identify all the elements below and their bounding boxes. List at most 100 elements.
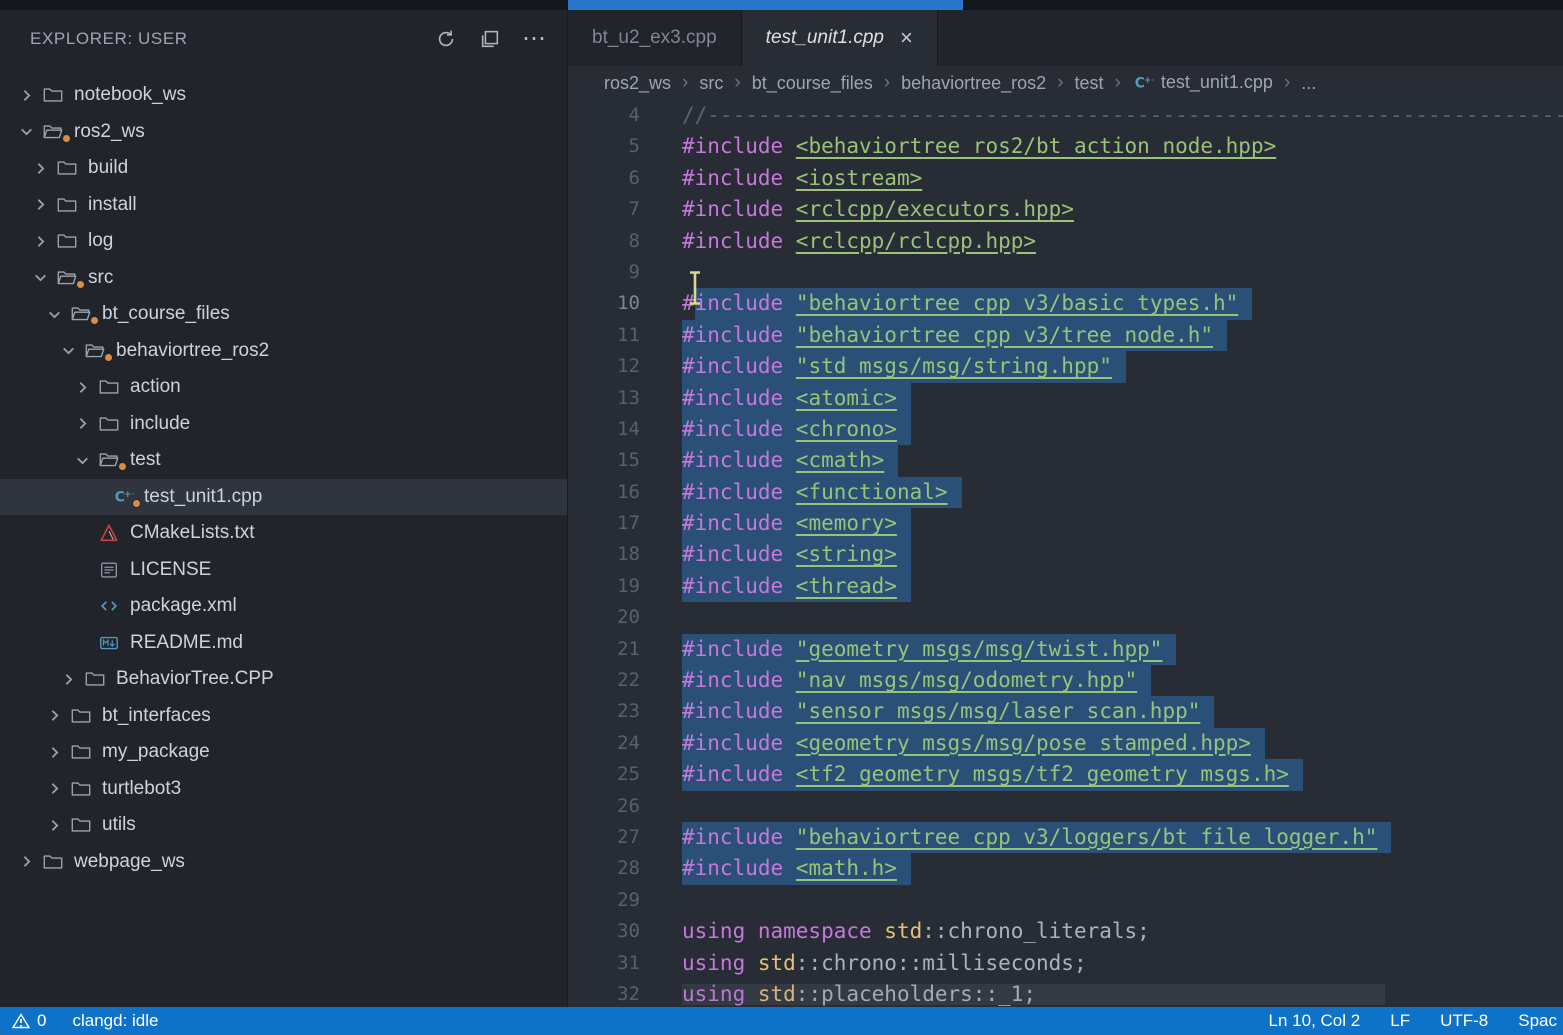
breadcrumb-item-src[interactable]: src	[699, 73, 723, 94]
code-editor[interactable]: 4//-------------------------------------…	[568, 100, 1563, 1007]
tree-item-bt-interfaces[interactable]: bt_interfaces	[0, 698, 567, 735]
horizontal-scrollbar[interactable]	[682, 984, 1385, 1005]
breadcrumb-item-behaviortree-ros2[interactable]: behaviortree_ros2	[901, 73, 1046, 94]
line-number[interactable]: 17	[568, 508, 640, 539]
code-line-27[interactable]: 27#include "behaviortree_cpp_v3/loggers/…	[568, 822, 1563, 853]
tree-item-readme-md[interactable]: README.md	[0, 625, 567, 662]
code-line-13[interactable]: 13#include <atomic>	[568, 383, 1563, 414]
line-number[interactable]: 10	[568, 288, 640, 319]
breadcrumb-item-test-unit1-cpp[interactable]: C++test_unit1.cpp	[1132, 72, 1273, 94]
line-number[interactable]: 25	[568, 759, 640, 790]
line-number[interactable]: 26	[568, 791, 640, 822]
code-line-20[interactable]: 20	[568, 602, 1563, 633]
tree-item-include[interactable]: include	[0, 406, 567, 443]
code-line-12[interactable]: 12#include "std_msgs/msg/string.hpp"	[568, 351, 1563, 382]
tree-item-action[interactable]: action	[0, 369, 567, 406]
line-number[interactable]: 14	[568, 414, 640, 445]
tree-item-behaviortree-cpp[interactable]: BehaviorTree.CPP	[0, 661, 567, 698]
code-line-6[interactable]: 6#include <iostream>	[568, 163, 1563, 194]
tab-bt_u2_ex3-cpp[interactable]: bt_u2_ex3.cpp	[568, 10, 742, 66]
tree-item-webpage-ws[interactable]: webpage_ws	[0, 844, 567, 881]
tree-item-build[interactable]: build	[0, 150, 567, 187]
tree-item-turtlebot3[interactable]: turtlebot3	[0, 771, 567, 808]
chevron-right-icon[interactable]	[28, 233, 52, 250]
chevron-right-icon[interactable]	[42, 744, 66, 761]
code-line-5[interactable]: 5#include <behaviortree_ros2/bt_action_n…	[568, 131, 1563, 162]
tree-item-src[interactable]: src	[0, 260, 567, 297]
code-line-16[interactable]: 16#include <functional>	[568, 477, 1563, 508]
code-line-30[interactable]: 30using namespace std::chrono_literals;	[568, 916, 1563, 947]
line-number[interactable]: 8	[568, 226, 640, 257]
breadcrumb-item--[interactable]: ...	[1301, 73, 1316, 94]
status-item-spac[interactable]: Spac	[1518, 1011, 1557, 1031]
line-number[interactable]: 30	[568, 916, 640, 947]
refresh-icon[interactable]	[431, 24, 461, 54]
chevron-right-icon[interactable]	[28, 196, 52, 213]
problems-indicator[interactable]: 0	[12, 1011, 46, 1031]
chevron-right-icon[interactable]	[56, 671, 80, 688]
status-item-lf[interactable]: LF	[1390, 1011, 1410, 1031]
chevron-right-icon[interactable]	[42, 780, 66, 797]
chevron-right-icon[interactable]	[14, 87, 38, 104]
status-item-utf-8[interactable]: UTF-8	[1440, 1011, 1488, 1031]
tab-test_unit1-cpp[interactable]: test_unit1.cpp ×	[742, 10, 938, 66]
more-actions-icon[interactable]: ⋯	[519, 24, 549, 54]
line-number[interactable]: 11	[568, 320, 640, 351]
code-line-29[interactable]: 29	[568, 885, 1563, 916]
line-number[interactable]: 15	[568, 445, 640, 476]
line-number[interactable]: 24	[568, 728, 640, 759]
line-number[interactable]: 7	[568, 194, 640, 225]
tree-item-my-package[interactable]: my_package	[0, 734, 567, 771]
tree-item-test-unit1-cpp[interactable]: C++test_unit1.cpp	[0, 479, 567, 516]
tree-item-behaviortree-ros2[interactable]: behaviortree_ros2	[0, 333, 567, 370]
line-number[interactable]: 32	[568, 979, 640, 1007]
line-number[interactable]: 4	[568, 100, 640, 131]
line-number[interactable]: 12	[568, 351, 640, 382]
line-number[interactable]: 19	[568, 571, 640, 602]
code-line-4[interactable]: 4//-------------------------------------…	[568, 100, 1563, 131]
chevron-right-icon[interactable]	[14, 853, 38, 870]
clangd-status[interactable]: clangd: idle	[72, 1011, 158, 1031]
status-item-ln-10-col-2[interactable]: Ln 10, Col 2	[1269, 1011, 1361, 1031]
line-number[interactable]: 29	[568, 885, 640, 916]
code-line-11[interactable]: 11#include "behaviortree_cpp_v3/tree_nod…	[568, 320, 1563, 351]
chevron-down-icon[interactable]	[42, 306, 66, 323]
code-line-17[interactable]: 17#include <memory>	[568, 508, 1563, 539]
code-line-31[interactable]: 31using std::chrono::milliseconds;	[568, 948, 1563, 979]
tree-item-package-xml[interactable]: package.xml	[0, 588, 567, 625]
tree-item-license[interactable]: LICENSE	[0, 552, 567, 589]
line-number[interactable]: 6	[568, 163, 640, 194]
code-line-8[interactable]: 8#include <rclcpp/rclcpp.hpp>	[568, 226, 1563, 257]
chevron-down-icon[interactable]	[14, 123, 38, 140]
tree-item-utils[interactable]: utils	[0, 807, 567, 844]
code-line-28[interactable]: 28#include <math.h>	[568, 853, 1563, 884]
chevron-down-icon[interactable]	[56, 342, 80, 359]
code-line-10[interactable]: 10#include "behaviortree_cpp_v3/basic_ty…	[568, 288, 1563, 319]
chevron-right-icon[interactable]	[42, 707, 66, 724]
line-number[interactable]: 27	[568, 822, 640, 853]
code-line-25[interactable]: 25#include <tf2_geometry_msgs/tf2_geomet…	[568, 759, 1563, 790]
tree-item-notebook-ws[interactable]: notebook_ws	[0, 77, 567, 114]
tree-item-ros2-ws[interactable]: ros2_ws	[0, 114, 567, 151]
line-number[interactable]: 16	[568, 477, 640, 508]
breadcrumb-item-bt-course-files[interactable]: bt_course_files	[752, 73, 873, 94]
line-number[interactable]: 5	[568, 131, 640, 162]
code-line-24[interactable]: 24#include <geometry_msgs/msg/pose_stamp…	[568, 728, 1563, 759]
code-line-18[interactable]: 18#include <string>	[568, 539, 1563, 570]
tree-item-install[interactable]: install	[0, 187, 567, 224]
line-number[interactable]: 28	[568, 853, 640, 884]
code-line-15[interactable]: 15#include <cmath>	[568, 445, 1563, 476]
code-line-23[interactable]: 23#include "sensor_msgs/msg/laser_scan.h…	[568, 696, 1563, 727]
tree-item-bt-course-files[interactable]: bt_course_files	[0, 296, 567, 333]
code-line-14[interactable]: 14#include <chrono>	[568, 414, 1563, 445]
chevron-right-icon[interactable]	[70, 415, 94, 432]
line-number[interactable]: 21	[568, 634, 640, 665]
chevron-right-icon[interactable]	[42, 817, 66, 834]
code-line-21[interactable]: 21#include "geometry_msgs/msg/twist.hpp"	[568, 634, 1563, 665]
code-line-7[interactable]: 7#include <rclcpp/executors.hpp>	[568, 194, 1563, 225]
breadcrumb-item-test[interactable]: test	[1075, 73, 1104, 94]
chevron-down-icon[interactable]	[70, 452, 94, 469]
collapse-folders-icon[interactable]	[475, 24, 505, 54]
tree-item-log[interactable]: log	[0, 223, 567, 260]
line-number[interactable]: 13	[568, 383, 640, 414]
